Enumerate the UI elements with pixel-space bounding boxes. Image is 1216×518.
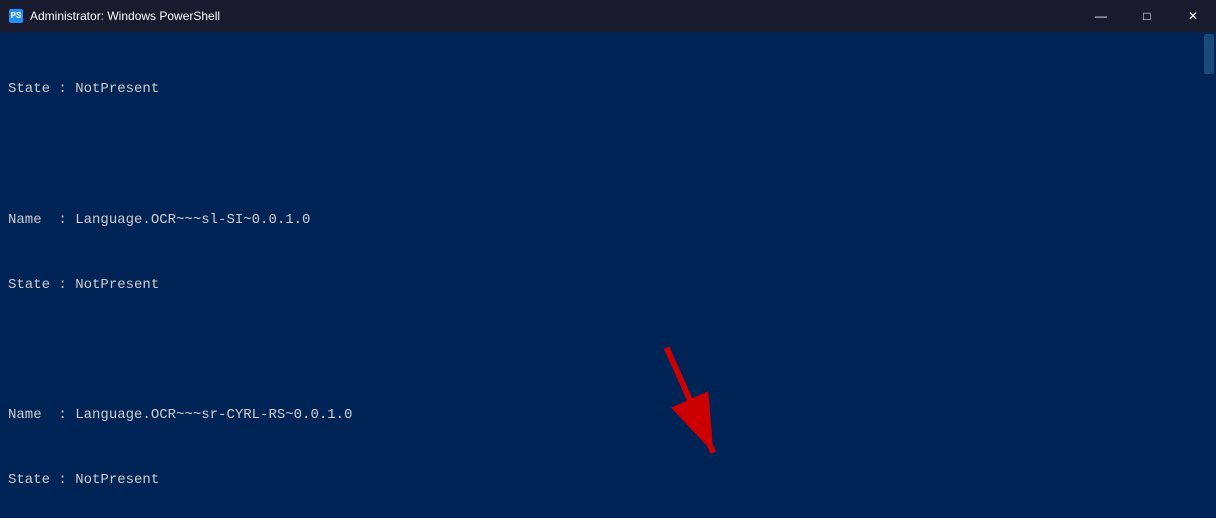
line-name-1: Name : Language.OCR~~~sl-SI~0.0.1.0 xyxy=(8,210,1208,232)
terminal-output: State : NotPresent Name : Language.OCR~~… xyxy=(8,36,1208,518)
scrollbar-thumb[interactable] xyxy=(1204,34,1214,74)
scrollbar[interactable] xyxy=(1202,32,1216,518)
line-state-2: State : NotPresent xyxy=(8,470,1208,492)
line-state-0: State : NotPresent xyxy=(8,79,1208,101)
titlebar-left: PS Administrator: Windows PowerShell xyxy=(8,8,220,24)
window-title: Administrator: Windows PowerShell xyxy=(30,9,220,23)
line-state-1: State : NotPresent xyxy=(8,275,1208,297)
titlebar-controls: — □ ✕ xyxy=(1078,0,1216,32)
titlebar: PS Administrator: Windows PowerShell — □… xyxy=(0,0,1216,32)
maximize-button[interactable]: □ xyxy=(1124,0,1170,32)
line-name-2: Name : Language.OCR~~~sr-CYRL-RS~0.0.1.0 xyxy=(8,405,1208,427)
close-button[interactable]: ✕ xyxy=(1170,0,1216,32)
terminal-body[interactable]: State : NotPresent Name : Language.OCR~~… xyxy=(0,32,1216,518)
line-blank-2 xyxy=(8,340,1208,362)
app-icon: PS xyxy=(8,8,24,24)
powershell-icon: PS xyxy=(9,9,23,23)
minimize-button[interactable]: — xyxy=(1078,0,1124,32)
powershell-window: PS Administrator: Windows PowerShell — □… xyxy=(0,0,1216,518)
line-blank-1 xyxy=(8,144,1208,166)
